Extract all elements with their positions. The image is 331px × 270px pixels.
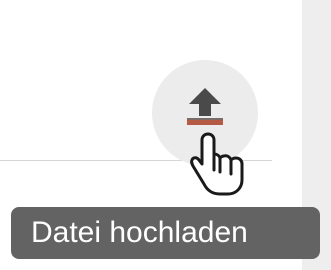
upload-file-button[interactable] (152, 60, 258, 166)
tooltip: Datei hochladen (11, 207, 320, 259)
upload-arrow-icon (187, 88, 223, 125)
screen: Datei hochladen (0, 0, 331, 270)
divider (0, 160, 272, 161)
tooltip-text: Datei hochladen (31, 216, 248, 249)
